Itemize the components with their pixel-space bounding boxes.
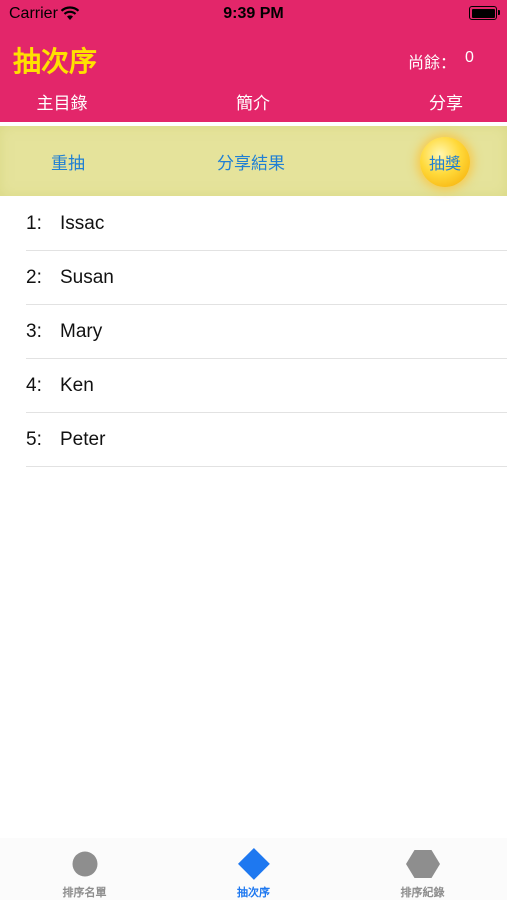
list-item-number: 4: bbox=[26, 375, 42, 396]
hexagon-icon bbox=[405, 850, 440, 878]
tab-label: 抽次序 bbox=[237, 887, 270, 899]
list-item-number: 3: bbox=[26, 321, 42, 342]
main-menu-button[interactable]: 主目錄 bbox=[12, 89, 112, 114]
remaining-count: 0 bbox=[465, 49, 474, 66]
status-time: 9:39 PM bbox=[223, 5, 284, 22]
lottery-button-label: 抽獎 bbox=[428, 156, 461, 173]
diamond-icon bbox=[237, 847, 270, 880]
page-title: 抽次序 bbox=[13, 46, 98, 77]
tab-bar: 排序名單 抽次序 排序紀錄 bbox=[0, 838, 507, 900]
tab-sort-list[interactable]: 排序名單 bbox=[0, 838, 169, 900]
status-bar: Carrier 9:39 PM bbox=[0, 0, 507, 30]
tab-label: 排序名單 bbox=[62, 887, 107, 899]
header: Carrier 9:39 PM 抽次序 尚餘： 0 主目錄 簡介 分享 bbox=[0, 0, 507, 122]
list-item: 3: Mary bbox=[26, 305, 507, 359]
tab-draw-order[interactable]: 抽次序 bbox=[169, 838, 338, 900]
tab-label: 排序紀錄 bbox=[400, 887, 445, 899]
list-item-name: Ken bbox=[60, 375, 94, 396]
list-item-name: Issac bbox=[60, 213, 105, 234]
intro-button[interactable]: 簡介 bbox=[203, 89, 303, 114]
share-result-button[interactable]: 分享結果 bbox=[217, 149, 285, 174]
list-item: 4: Ken bbox=[26, 359, 507, 413]
lottery-button[interactable]: 抽獎 bbox=[420, 137, 470, 187]
remaining-label: 尚餘： bbox=[408, 55, 457, 72]
tab-sort-records[interactable]: 排序紀錄 bbox=[338, 838, 507, 900]
list-item: 2: Susan bbox=[26, 251, 507, 305]
list-item-number: 5: bbox=[26, 429, 42, 450]
result-list: 1: Issac 2: Susan 3: Mary 4: Ken 5: Pete… bbox=[0, 197, 507, 467]
list-item: 5: Peter bbox=[26, 413, 507, 467]
action-bar: 重抽 分享結果 抽獎 bbox=[0, 126, 507, 196]
share-button[interactable]: 分享 bbox=[396, 89, 496, 114]
redraw-button[interactable]: 重抽 bbox=[51, 149, 85, 174]
list-item-number: 1: bbox=[26, 213, 42, 234]
list-item-number: 2: bbox=[26, 267, 42, 288]
battery-icon bbox=[469, 6, 500, 20]
list-item-name: Mary bbox=[60, 321, 103, 342]
circle-icon bbox=[72, 851, 97, 877]
list-item-name: Susan bbox=[60, 267, 114, 288]
list-item: 1: Issac bbox=[26, 197, 507, 251]
list-item-name: Peter bbox=[60, 429, 106, 450]
